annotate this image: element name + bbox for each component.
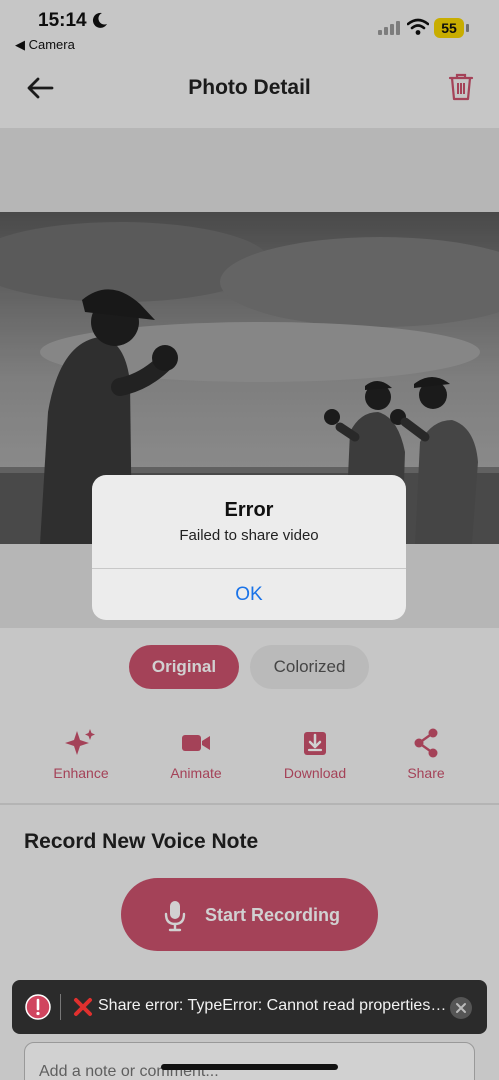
toast-divider — [60, 994, 61, 1020]
red-x-icon — [74, 998, 92, 1016]
close-circle-icon[interactable] — [449, 996, 473, 1020]
alert-title: Error — [224, 499, 274, 521]
alert-message: Failed to share video — [179, 527, 319, 544]
error-circle-icon — [25, 994, 51, 1020]
home-indicator — [161, 1064, 338, 1070]
error-toast: Share error: TypeError: Cannot read prop… — [12, 980, 487, 1034]
alert-ok-button[interactable]: OK — [92, 569, 406, 620]
error-alert-dialog: Error Failed to share video OK — [92, 475, 406, 620]
toast-message: Share error: TypeError: Cannot read prop… — [98, 997, 448, 1014]
